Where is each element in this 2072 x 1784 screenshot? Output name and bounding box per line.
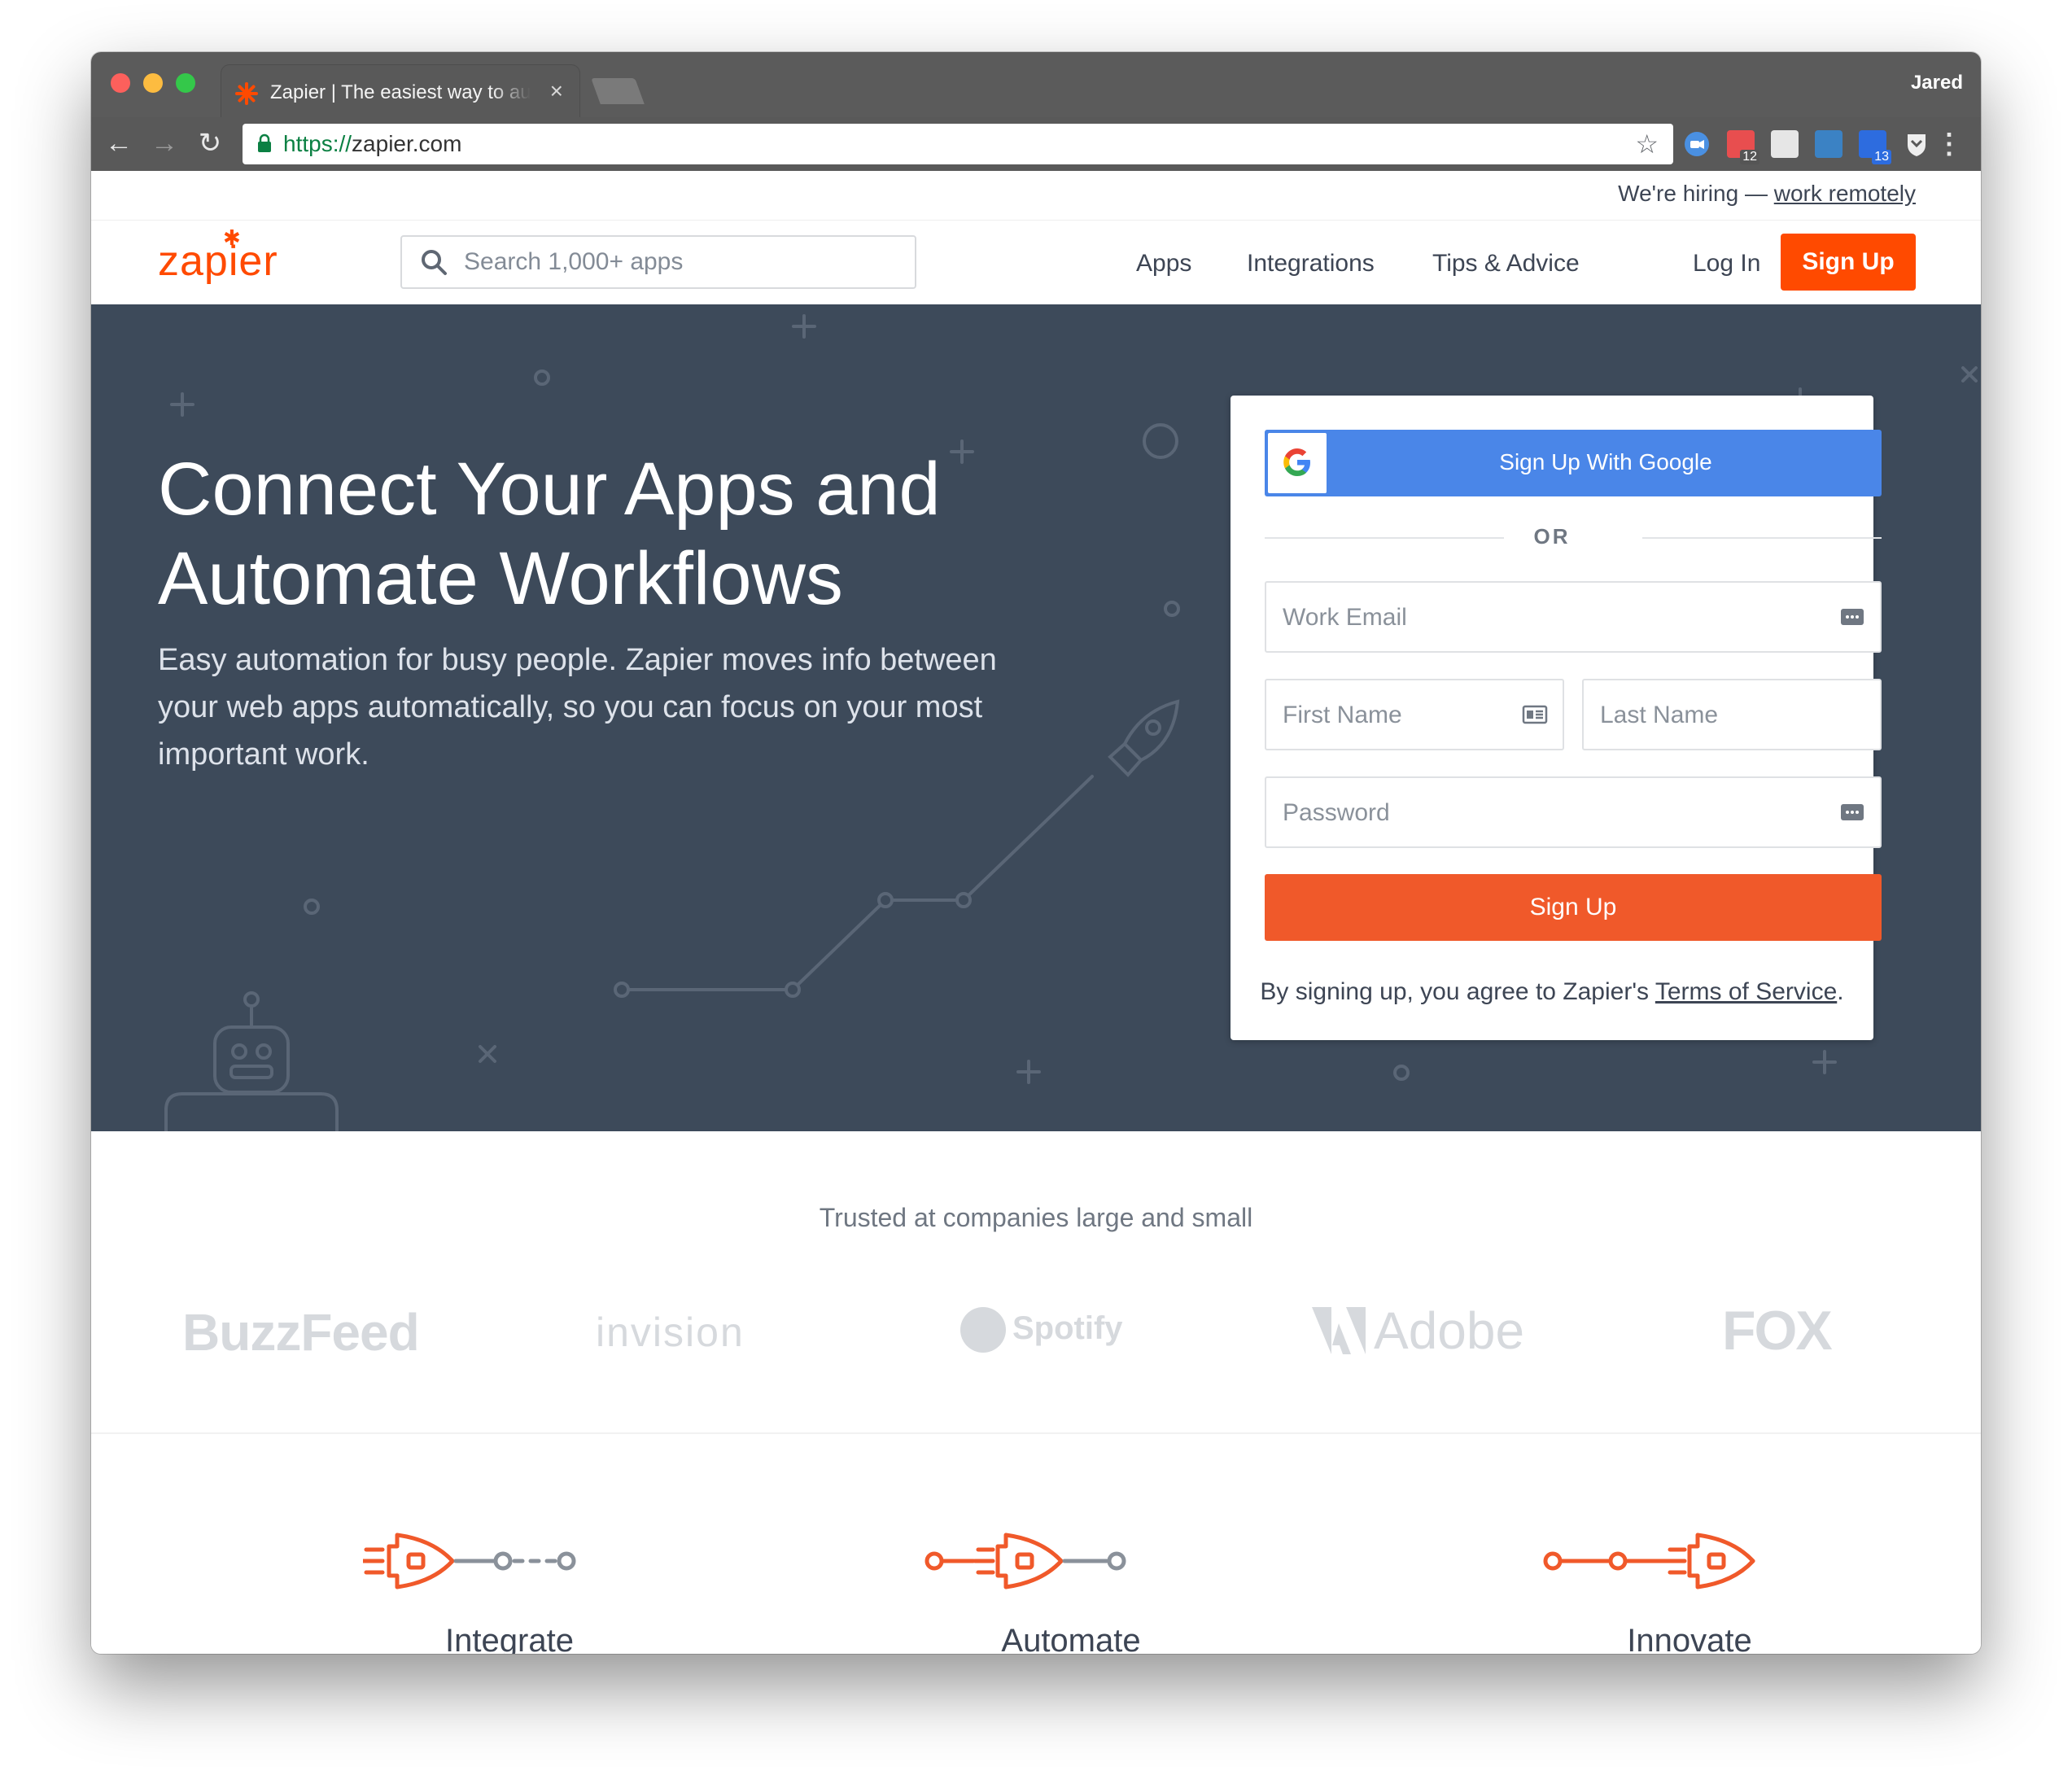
nav-tips-advice[interactable]: Tips & Advice xyxy=(1432,250,1580,278)
zoom-window-button[interactable] xyxy=(176,73,195,93)
todo-extension-icon[interactable]: 13 xyxy=(1859,130,1891,164)
invision-logo: invision xyxy=(596,1310,745,1355)
extension-badge: 12 xyxy=(1740,150,1759,164)
terms-of-service-link[interactable]: Terms of Service xyxy=(1655,978,1837,1005)
google-button-label: Sign Up With Google xyxy=(1499,449,1712,474)
new-tab-button[interactable] xyxy=(591,78,645,104)
tab-close-icon[interactable]: × xyxy=(550,78,563,104)
browser-toolbar: ← → ↻ https://zapier.com ☆ 12 13 ⋮ xyxy=(91,117,1981,171)
login-link[interactable]: Log In xyxy=(1693,250,1760,278)
header-signup-button[interactable]: Sign Up xyxy=(1781,234,1916,291)
last-name-field[interactable]: Last Name xyxy=(1582,679,1882,750)
zapier-logo[interactable]: zapier ✱ xyxy=(158,225,278,286)
url-host: zapier.com xyxy=(352,131,462,156)
password-manager-icon[interactable] xyxy=(1839,604,1865,630)
adobe-logo: Adobe xyxy=(1374,1301,1525,1360)
spotify-icon xyxy=(960,1307,1006,1353)
work-email-field[interactable]: Work Email xyxy=(1265,581,1882,653)
back-arrow-icon[interactable]: ← xyxy=(104,129,133,158)
extension-badge: 13 xyxy=(1872,150,1891,164)
or-label: OR xyxy=(1533,524,1571,549)
integrate-rocket-icon xyxy=(361,1533,576,1589)
url-scheme: https:// xyxy=(283,131,352,156)
title-bar: Zapier | The easiest way to automate × J… xyxy=(91,52,1981,119)
automate-rocket-icon xyxy=(925,1533,1126,1589)
feature-integrate-label: Integrate xyxy=(445,1623,574,1654)
zapier-favicon-icon xyxy=(235,82,258,105)
logo-asterisk-icon: ✱ xyxy=(223,225,242,250)
address-bar[interactable]: https://zapier.com ☆ xyxy=(243,124,1673,164)
feature-automate-label: Automate xyxy=(1001,1623,1141,1654)
hero-title: Connect Your Apps and Automate Workflows xyxy=(158,444,1053,623)
browser-window: Zapier | The easiest way to automate × J… xyxy=(91,52,1981,1654)
hiring-text: We're hiring — xyxy=(1618,181,1774,206)
hiring-banner: We're hiring — work remotely xyxy=(1618,181,1916,207)
web-page: We're hiring — work remotely zapier ✱ Se… xyxy=(91,171,1981,1654)
sheet-extension-icon[interactable] xyxy=(1771,130,1799,158)
nav-apps[interactable]: Apps xyxy=(1136,250,1191,278)
sk-extension-icon[interactable] xyxy=(1815,130,1843,158)
hero-title-line1: Connect Your Apps and xyxy=(158,447,941,531)
company-logos: BuzzFeed invision Spotify Adobe FOX xyxy=(91,1300,1981,1384)
fox-logo: FOX xyxy=(1722,1300,1833,1362)
hero-title-line2: Automate Workflows xyxy=(158,536,843,620)
first-name-placeholder: First Name xyxy=(1283,702,1402,728)
logo-text: zapier xyxy=(158,238,278,285)
last-name-placeholder: Last Name xyxy=(1600,702,1719,728)
bookmark-star-icon[interactable]: ☆ xyxy=(1635,129,1659,160)
email-placeholder: Work Email xyxy=(1283,604,1407,631)
google-signup-button[interactable]: Sign Up With Google xyxy=(1265,430,1882,496)
shield-extension-icon[interactable] xyxy=(1903,130,1930,158)
feature-automate: Automate xyxy=(925,1522,1217,1654)
minimize-window-button[interactable] xyxy=(143,73,163,93)
feature-innovate: Innovate xyxy=(1543,1522,1836,1654)
terms-suffix: . xyxy=(1837,978,1844,1005)
app-search-input[interactable]: Search 1,000+ apps xyxy=(400,235,916,289)
signup-form: Sign Up With Google OR Work Email First … xyxy=(1231,396,1882,1040)
first-name-field[interactable]: First Name xyxy=(1265,679,1564,750)
terms-notice: By signing up, you agree to Zapier's Ter… xyxy=(1231,978,1873,1006)
search-placeholder: Search 1,000+ apps xyxy=(464,248,684,275)
adobe-icon xyxy=(1312,1307,1366,1354)
close-window-button[interactable] xyxy=(111,73,130,93)
browser-menu-icon[interactable]: ⋮ xyxy=(1935,130,1963,158)
work-remotely-link[interactable]: work remotely xyxy=(1774,181,1916,206)
search-icon xyxy=(422,250,447,275)
terms-prefix: By signing up, you agree to Zapier's xyxy=(1260,978,1655,1005)
feature-integrate: Integrate xyxy=(361,1522,656,1654)
tab-title: Zapier | The easiest way to automate xyxy=(270,81,531,103)
duo-extension-icon[interactable] xyxy=(1683,130,1711,158)
site-header: zapier ✱ Search 1,000+ apps Apps Integra… xyxy=(91,220,1981,305)
contact-card-icon[interactable] xyxy=(1522,702,1548,728)
profile-name[interactable]: Jared xyxy=(1911,72,1963,94)
section-divider xyxy=(91,1432,1981,1434)
buzzfeed-logo: BuzzFeed xyxy=(182,1303,420,1362)
reload-icon[interactable]: ↻ xyxy=(195,129,225,158)
hero-section: Connect Your Apps and Automate Workflows… xyxy=(91,304,1981,1131)
password-field[interactable]: Password xyxy=(1265,776,1882,848)
url-text: https://zapier.com xyxy=(283,131,461,157)
forward-arrow-icon[interactable]: → xyxy=(150,129,179,158)
nav-integrations[interactable]: Integrations xyxy=(1247,250,1375,278)
lock-icon xyxy=(258,133,271,152)
form-signup-button[interactable]: Sign Up xyxy=(1265,874,1882,941)
hero-description: Easy automation for busy people. Zapier … xyxy=(158,643,997,772)
trusted-heading: Trusted at companies large and small xyxy=(819,1203,1253,1232)
password-manager-icon[interactable] xyxy=(1839,799,1865,825)
feature-innovate-label: Innovate xyxy=(1627,1623,1752,1654)
innovate-rocket-icon xyxy=(1543,1533,1755,1589)
browser-tab[interactable]: Zapier | The easiest way to automate × xyxy=(221,65,579,119)
calendar-extension-icon[interactable]: 12 xyxy=(1727,130,1759,164)
spotify-logo: Spotify xyxy=(1012,1310,1123,1346)
password-placeholder: Password xyxy=(1283,799,1390,826)
